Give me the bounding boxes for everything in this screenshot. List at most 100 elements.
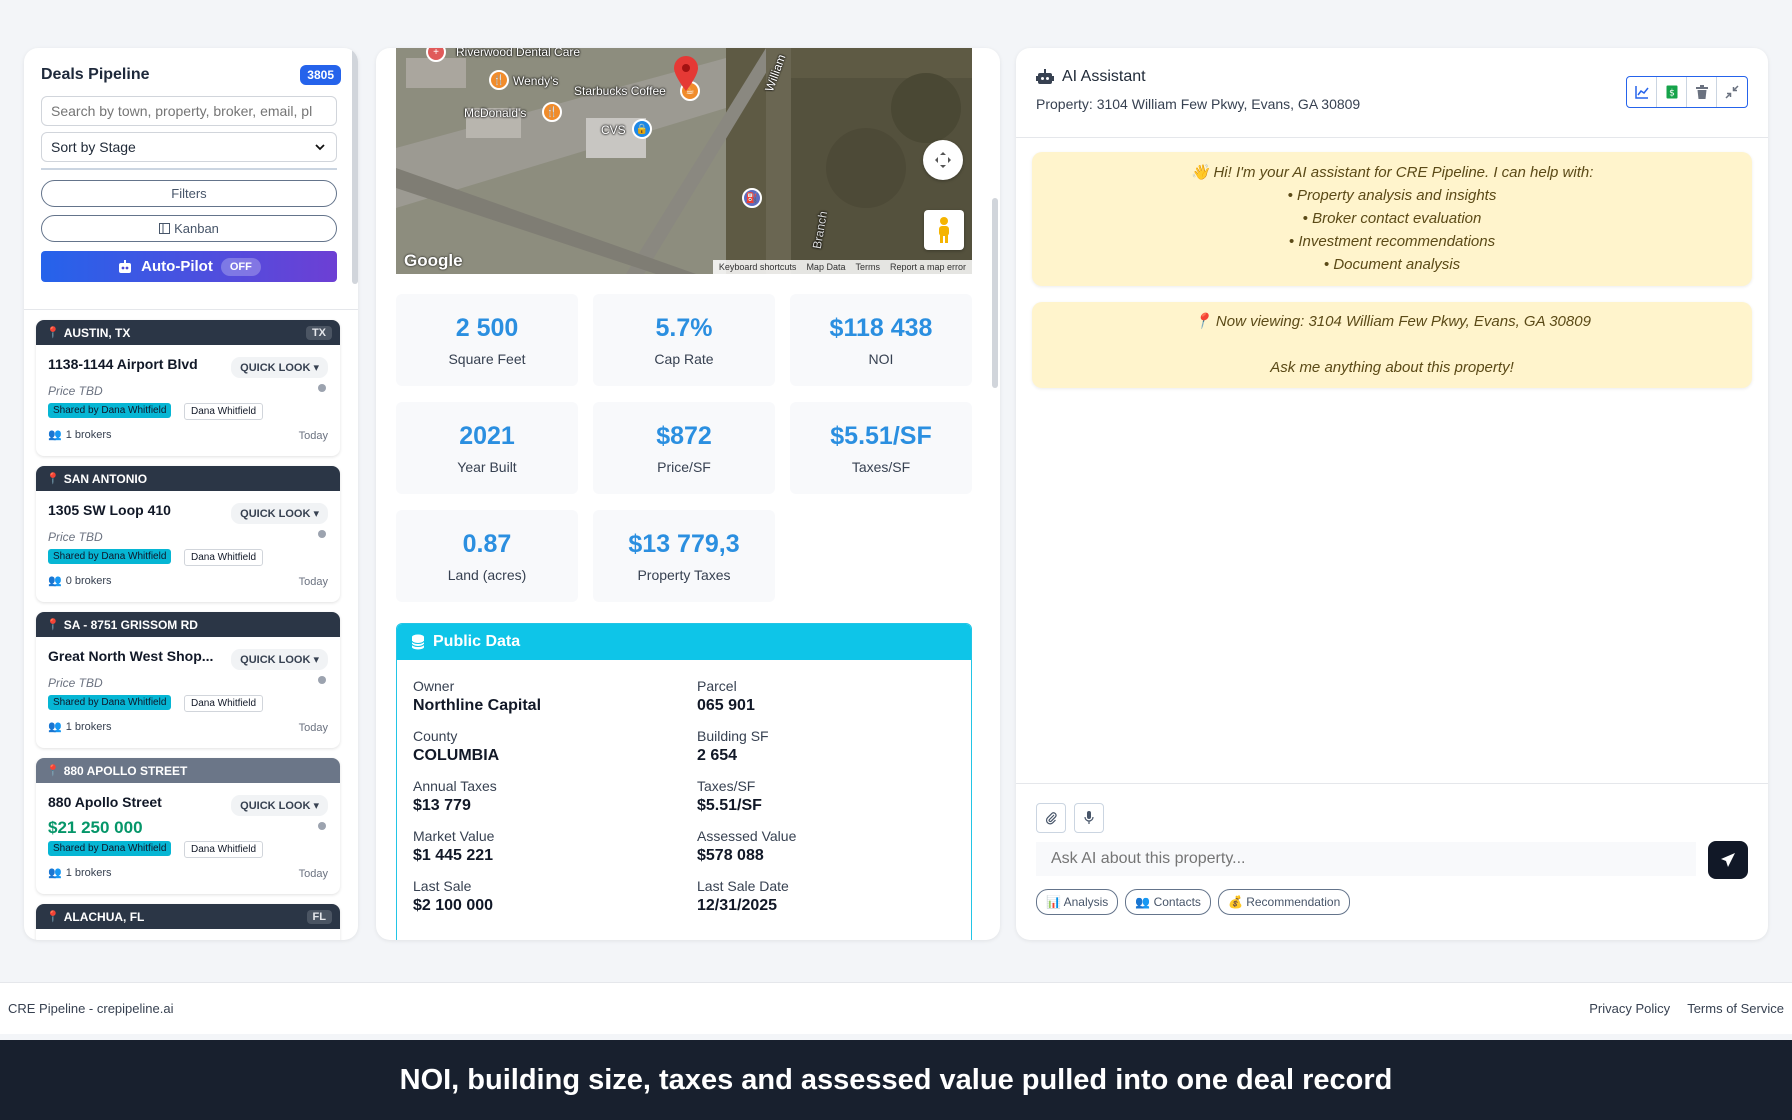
deal-date: Today <box>298 868 328 880</box>
property-marker-icon[interactable] <box>673 56 699 92</box>
sort-select[interactable]: Sort by Stage <box>41 132 337 162</box>
stat-card: 2 500 Square Feet <box>396 294 578 386</box>
broker-count: 0 brokers <box>65 574 112 587</box>
send-button[interactable] <box>1708 841 1748 879</box>
voice-button[interactable] <box>1074 803 1104 833</box>
database-icon <box>411 634 425 650</box>
property-map[interactable]: Riverwood Dental Care + 🍴 Wendy's Starbu… <box>396 48 972 274</box>
deal-location: SAN ANTONIO <box>63 471 148 486</box>
map-report-error-link[interactable]: Report a map error <box>890 262 966 272</box>
expand-arrows-icon <box>935 152 951 168</box>
deal-list: 📍 AUSTIN, TX TX 1138-1144 Airport Blvd QU… <box>24 310 358 940</box>
deal-card[interactable]: 📍 ALACHUA, FL FL <box>36 904 340 940</box>
public-field: County COLUMBIA <box>413 728 500 764</box>
pharmacy-poi-icon[interactable]: 🔒 <box>632 119 652 139</box>
stat-card: $118 438 NOI <box>790 294 972 386</box>
spreadsheet-icon: $ <box>1666 85 1677 99</box>
location-pin-icon: 📍 <box>46 765 60 777</box>
street-view-pegman-button[interactable] <box>924 210 964 250</box>
stat-card: $13 779,3 Property Taxes <box>593 510 775 602</box>
spreadsheet-button[interactable]: $ <box>1657 77 1687 107</box>
stat-card: $5.51/SF Taxes/SF <box>790 402 972 494</box>
public-field: Parcel 065 901 <box>697 678 755 714</box>
attach-button[interactable] <box>1036 803 1066 833</box>
deal-name[interactable]: Great North West Shop... <box>48 648 218 664</box>
deals-pipeline-panel: Deals Pipeline 3805 Sort by Stage Filter… <box>24 48 358 940</box>
recommendation-chip[interactable]: 💰 Recommendation <box>1217 889 1351 915</box>
stat-value: $118 438 <box>829 313 933 342</box>
sort-divider <box>41 168 337 170</box>
deal-card[interactable]: 📍 SAN ANTONIO 1305 SW Loop 410 QUICK LOOK… <box>36 466 340 602</box>
analysis-chip[interactable]: 📊 Analysis <box>1036 889 1119 915</box>
broker-count: 1 brokers <box>65 428 112 441</box>
privacy-policy-link[interactable]: Privacy Policy <box>1589 1001 1670 1016</box>
quick-look-button[interactable]: QUICK LOOK ▾ <box>231 503 328 524</box>
public-field: Assessed Value $578 088 <box>697 828 797 864</box>
users-icon: 👥 <box>48 575 62 587</box>
broker-count: 1 brokers <box>65 720 112 733</box>
autopilot-button[interactable]: Auto-Pilot OFF <box>41 251 337 282</box>
stat-label: Property Taxes <box>637 566 731 583</box>
microphone-icon <box>1084 811 1094 824</box>
shared-badge: Shared by Dana Whitfield <box>48 403 172 418</box>
clear-chat-button[interactable] <box>1687 77 1717 107</box>
ai-message-input[interactable] <box>1036 842 1696 876</box>
map-terms-link[interactable]: Terms <box>855 262 880 272</box>
map-data-link[interactable]: Map Data <box>806 262 845 272</box>
contacts-chip[interactable]: 👥 Contacts <box>1125 889 1211 915</box>
stat-card: 2021 Year Built <box>396 402 578 494</box>
public-field: Last Sale Date 12/31/2025 <box>697 878 789 914</box>
fullscreen-button[interactable] <box>923 140 963 180</box>
stat-label: Square Feet <box>448 350 526 367</box>
ai-composer: 📊 Analysis 👥 Contacts 💰 Recommendation <box>1016 783 1768 940</box>
detail-scrollbar[interactable] <box>992 198 998 388</box>
status-dot <box>318 530 326 538</box>
filters-button[interactable]: Filters <box>41 180 337 207</box>
restaurant-poi-icon[interactable]: 🍴 <box>542 102 562 122</box>
quick-look-button[interactable]: QUICK LOOK ▾ <box>231 357 328 378</box>
users-icon: 👥 <box>48 721 62 733</box>
stat-label: Price/SF <box>657 458 711 475</box>
deal-card[interactable]: 📍 880 APOLLO STREET 880 Apollo Street QUI… <box>36 758 340 894</box>
location-pin-icon: 📍 <box>46 327 60 339</box>
page-footer: CRE Pipeline - crepipeline.ai Privacy Po… <box>0 982 1792 1034</box>
chart-button[interactable] <box>1627 77 1657 107</box>
deal-card[interactable]: 📍 AUSTIN, TX TX 1138-1144 Airport Blvd QU… <box>36 320 340 456</box>
deal-name[interactable]: 1305 SW Loop 410 <box>48 502 218 518</box>
send-icon <box>1721 853 1735 867</box>
svg-text:$: $ <box>1669 89 1675 99</box>
deal-search-input[interactable] <box>41 96 337 126</box>
autopilot-toggle[interactable]: OFF <box>220 257 261 276</box>
broker-count: 1 brokers <box>65 866 112 879</box>
deal-price: $21 250 000 <box>48 818 143 837</box>
kanban-button[interactable]: Kanban <box>41 215 337 242</box>
deal-date: Today <box>298 576 328 588</box>
stat-value: $5.51/SF <box>830 421 932 450</box>
robot-icon <box>119 259 132 273</box>
trash-icon <box>1695 85 1708 99</box>
quick-look-button[interactable]: QUICK LOOK ▾ <box>231 795 328 816</box>
stat-label: Year Built <box>457 458 517 475</box>
owner-badge: Dana Whitfield <box>184 695 264 712</box>
location-pin-icon: 📍 <box>46 473 60 485</box>
terms-of-service-link[interactable]: Terms of Service <box>1687 1001 1784 1016</box>
restaurant-poi-icon[interactable]: 🍴 <box>489 70 509 90</box>
pipeline-controls: Deals Pipeline 3805 Sort by Stage Filter… <box>24 48 358 310</box>
quick-look-button[interactable]: QUICK LOOK ▾ <box>231 649 328 670</box>
sidebar-scrollbar[interactable] <box>352 48 358 284</box>
map-label-mcdonalds: McDonald's <box>464 106 527 120</box>
public-field: Last Sale $2 100 000 <box>413 878 494 914</box>
deal-card[interactable]: 📍 SA - 8751 GRISSOM RD Great North West S… <box>36 612 340 748</box>
pegman-icon <box>939 217 949 243</box>
deal-name[interactable]: 1138-1144 Airport Blvd <box>48 356 218 372</box>
ai-header: AI Assistant Property: 3104 William Few … <box>1016 48 1768 138</box>
map-label-starbucks: Starbucks Coffee <box>574 84 666 98</box>
map-keyboard-shortcuts-link[interactable]: Keyboard shortcuts <box>719 262 797 272</box>
stat-card: 0.87 Land (acres) <box>396 510 578 602</box>
deal-location: ALACHUA, FL <box>63 909 145 924</box>
gas-station-poi-icon[interactable]: ⛽ <box>742 188 762 208</box>
state-badge: FL <box>306 909 332 924</box>
collapse-button[interactable] <box>1717 77 1747 107</box>
deal-name[interactable]: 880 Apollo Street <box>48 794 218 810</box>
ai-viewing-message: 📍 Now viewing: 3104 William Few Pkwy, Ev… <box>1032 302 1752 388</box>
